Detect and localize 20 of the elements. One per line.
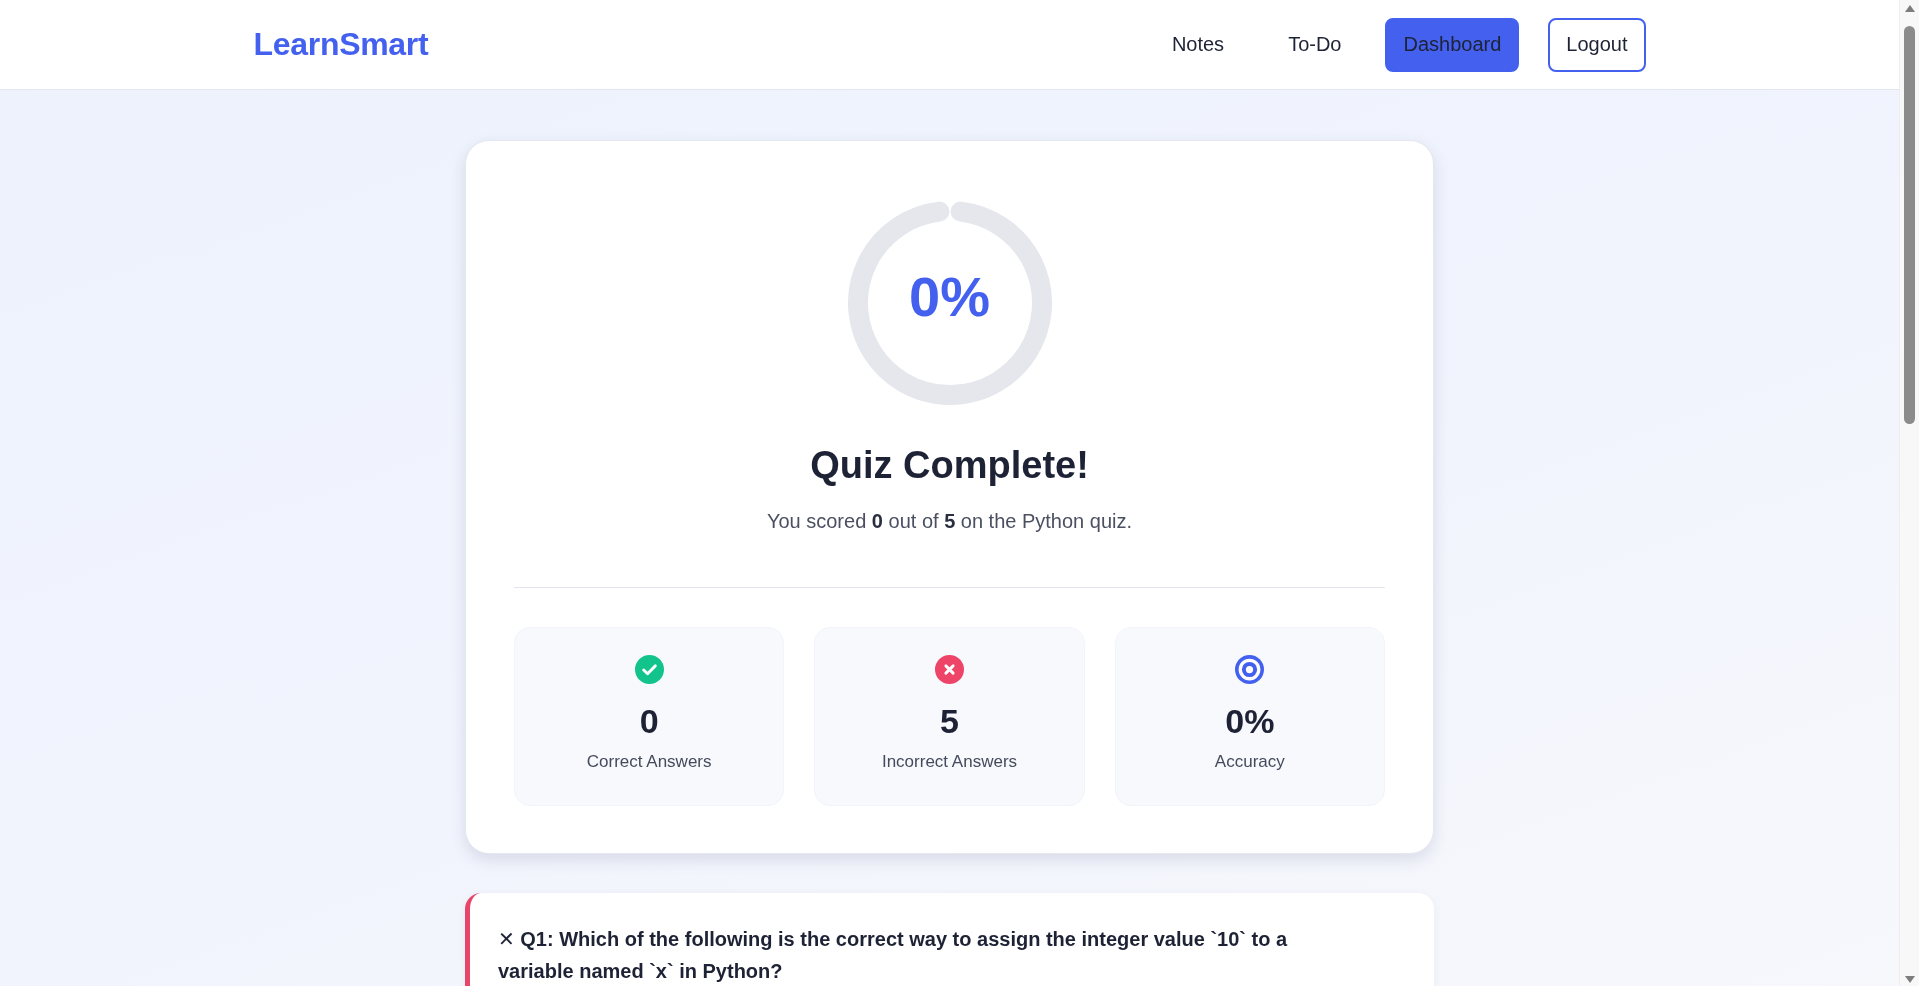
stat-label: Incorrect Answers	[881, 751, 1018, 773]
scroll-down-icon[interactable]	[1904, 976, 1915, 983]
scroll-up-icon[interactable]	[1904, 5, 1915, 12]
nav-link[interactable]: Notes	[1151, 17, 1245, 72]
nav-link[interactable]: To-Do	[1268, 17, 1362, 72]
nav-button[interactable]: Logout	[1548, 17, 1646, 72]
score-summary: You scored 0 out of 5 on the Python quiz.	[766, 509, 1133, 534]
check-icon	[634, 655, 664, 684]
cross-icon	[935, 655, 964, 684]
stat-value: 0%	[1225, 701, 1275, 741]
question-text: ✕ Q1: Which of the following is the correct way to assign the integer value `10` to a variable named `x` in Python?	[498, 927, 1289, 984]
stat-label: Accuracy	[1214, 751, 1285, 773]
result-title: Quiz Complete!	[809, 443, 1090, 488]
scrollbar-thumb[interactable]	[1904, 26, 1915, 424]
stat-value: 0	[639, 701, 659, 741]
stat-value: 5	[940, 701, 959, 741]
score-percent: 0%	[909, 266, 990, 328]
stat-label: Correct Answers	[586, 751, 712, 773]
logo[interactable]: LearnSmart	[253, 26, 429, 63]
target-icon	[1235, 655, 1265, 684]
